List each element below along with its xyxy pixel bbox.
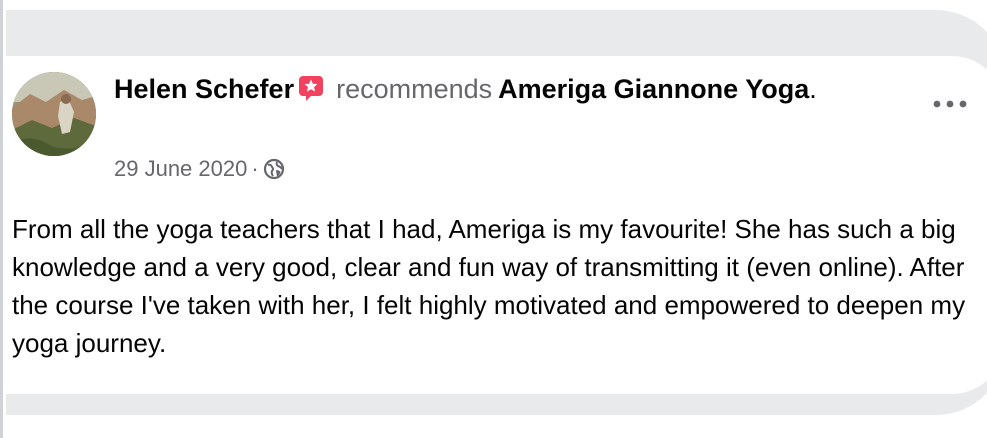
screenshot-frame: Helen Schefer recommends Ameriga Giannone …	[0, 0, 987, 438]
recommendation-post: Helen Schefer recommends Ameriga Giannone …	[6, 56, 987, 394]
post-card-container: Helen Schefer recommends Ameriga Giannone …	[6, 10, 987, 415]
left-border	[0, 0, 3, 438]
post-date-link[interactable]: 29 June 2020	[114, 154, 247, 184]
more-options-icon	[933, 100, 967, 108]
meta-separator: ·	[251, 156, 259, 181]
avatar-photo	[12, 72, 96, 156]
page-name-link[interactable]: Ameriga Giannone Yoga	[498, 74, 809, 104]
recommend-badge-icon	[298, 73, 324, 101]
globe-icon[interactable]	[263, 158, 285, 180]
more-options-button[interactable]	[928, 90, 972, 118]
post-body-text: From all the yoga teachers that I had, A…	[12, 214, 966, 358]
recommends-text: recommends	[336, 74, 493, 104]
post-headline: Helen Schefer recommends Ameriga Giannone …	[114, 70, 904, 108]
headline-period: .	[809, 74, 817, 104]
author-name-link[interactable]: Helen Schefer	[114, 74, 294, 104]
post-meta: 29 June 2020 ·	[114, 154, 285, 184]
avatar[interactable]	[12, 72, 96, 156]
